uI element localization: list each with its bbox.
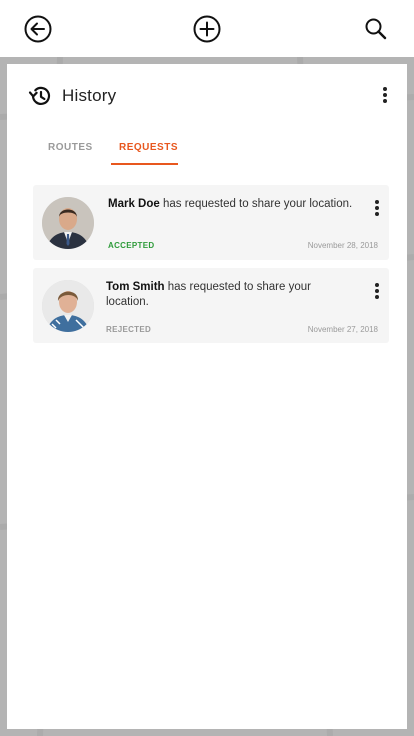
arrow-left-circle-icon[interactable] bbox=[23, 14, 53, 44]
request-date: November 27, 2018 bbox=[307, 325, 378, 334]
active-tab-indicator bbox=[111, 163, 178, 165]
page-title: History bbox=[62, 86, 117, 105]
history-tabs: ROUTES REQUESTS bbox=[7, 134, 407, 168]
status-badge: REJECTED bbox=[106, 325, 152, 334]
avatar-portrait bbox=[42, 280, 94, 332]
history-panel: History ROUTES REQUESTS Mark Doe has req… bbox=[7, 64, 407, 729]
request-message: Tom Smith has requested to share your lo… bbox=[106, 280, 356, 310]
avatar bbox=[42, 280, 94, 332]
tab-requests[interactable]: REQUESTS bbox=[119, 142, 178, 153]
avatar bbox=[42, 197, 94, 249]
tab-routes[interactable]: ROUTES bbox=[48, 142, 93, 153]
requester-name: Tom Smith bbox=[106, 281, 165, 293]
more-vertical-icon[interactable] bbox=[378, 85, 392, 107]
plus-circle-icon[interactable] bbox=[192, 14, 222, 44]
history-header: History bbox=[7, 64, 407, 124]
avatar-portrait bbox=[42, 197, 94, 249]
more-vertical-icon[interactable] bbox=[370, 198, 384, 220]
status-badge: ACCEPTED bbox=[108, 241, 155, 250]
more-vertical-icon[interactable] bbox=[370, 281, 384, 303]
requester-name: Mark Doe bbox=[108, 198, 160, 210]
request-card[interactable]: Tom Smith has requested to share your lo… bbox=[33, 268, 389, 343]
request-card[interactable]: Mark Doe has requested to share your loc… bbox=[33, 185, 389, 260]
history-icon bbox=[28, 86, 51, 105]
request-text: has requested to share your location. bbox=[159, 198, 353, 210]
search-icon[interactable] bbox=[362, 15, 390, 43]
request-date: November 28, 2018 bbox=[307, 241, 378, 250]
request-message: Mark Doe has requested to share your loc… bbox=[108, 197, 358, 212]
top-app-bar bbox=[0, 0, 414, 57]
